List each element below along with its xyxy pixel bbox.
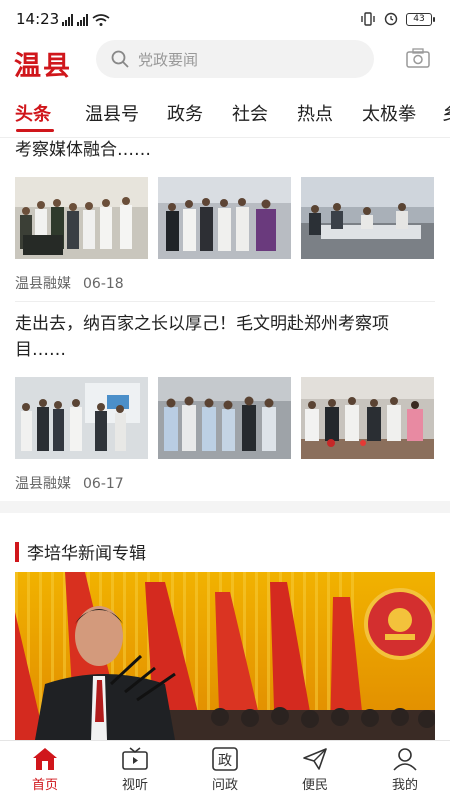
news-feed[interactable]: 考察媒体融合…… 温县融媒 06-18 走出去，纳百家之长以厚己！毛文明赴郑州考…	[0, 139, 450, 740]
news-photo	[158, 377, 291, 459]
news-photo	[301, 377, 434, 459]
news-source: 温县融媒	[15, 476, 71, 492]
tv-icon	[122, 747, 148, 770]
news-image-row	[15, 177, 434, 259]
wifi-icon	[92, 14, 110, 26]
tab-toutiao[interactable]: 头条	[15, 100, 51, 126]
signal-icon-2	[77, 14, 88, 26]
tab-shehui[interactable]: 社会	[232, 100, 268, 126]
zheng-icon: 政	[212, 747, 238, 771]
nav-wode-label: 我的	[391, 778, 418, 793]
nav-wenzheng[interactable]: 政 问政	[180, 741, 270, 800]
camera-icon[interactable]	[406, 48, 430, 68]
news-source: 温县融媒	[15, 276, 71, 292]
nav-wenzheng-label: 问政	[211, 778, 238, 793]
user-icon	[393, 748, 417, 771]
news-image-row	[15, 377, 434, 459]
special-section-header[interactable]: 李培华新闻专辑	[15, 539, 146, 564]
tab-xiang[interactable]: 乡	[442, 100, 450, 126]
app-header: 温县 党政要闻	[0, 40, 450, 92]
news-photo	[15, 377, 148, 459]
nav-home[interactable]: 首页	[0, 741, 90, 800]
send-icon	[303, 748, 327, 770]
tab-redian[interactable]: 热点	[297, 100, 333, 126]
news-title: 考察媒体融合……	[15, 140, 151, 160]
status-bar: 14:23 43	[0, 0, 450, 40]
active-tab-indicator	[16, 129, 54, 132]
nav-bianmin[interactable]: 便民	[270, 741, 360, 800]
divider	[15, 301, 435, 302]
signal-icon	[62, 14, 73, 26]
category-tabs: 头条 温县号 政务 社会 热点 太极拳 乡	[0, 92, 450, 138]
section-banner-image[interactable]	[15, 572, 435, 740]
nav-home-label: 首页	[31, 778, 58, 793]
news-item[interactable]: 走出去，纳百家之长以厚己！毛文明赴郑州考察项目……	[0, 311, 450, 363]
tab-wenxianhao[interactable]: 温县号	[85, 100, 139, 126]
svg-text:政: 政	[218, 753, 232, 769]
news-meta: 温县融媒 06-18	[15, 273, 124, 293]
news-date: 06-17	[83, 476, 124, 492]
status-right: 43	[360, 12, 435, 26]
vibrate-icon	[361, 12, 375, 26]
search-input[interactable]: 党政要闻	[96, 40, 374, 78]
nav-shiting-label: 视听	[121, 778, 148, 793]
nav-wode[interactable]: 我的	[360, 741, 450, 800]
app-logo: 温县	[14, 51, 72, 82]
signal-indicators	[62, 14, 110, 26]
news-photo	[15, 177, 148, 259]
news-photo	[158, 177, 291, 259]
news-meta: 温县融媒 06-17	[15, 473, 124, 493]
nav-shiting[interactable]: 视听	[90, 741, 180, 800]
news-date: 06-18	[83, 276, 124, 292]
search-icon	[111, 50, 129, 68]
section-title: 李培华新闻专辑	[27, 544, 146, 564]
tab-taijiquan[interactable]: 太极拳	[362, 100, 416, 126]
tab-zhengwu[interactable]: 政务	[167, 100, 203, 126]
battery-icon: 43	[406, 12, 435, 26]
news-title: 走出去，纳百家之长以厚己！毛文明赴郑州考察项目……	[15, 314, 389, 360]
section-gap	[0, 501, 450, 513]
home-icon	[33, 748, 57, 770]
bottom-navigation: 首页 视听 政 问政 便民 我的	[0, 740, 450, 800]
search-placeholder: 党政要闻	[138, 50, 199, 69]
news-photo	[301, 177, 434, 259]
section-marker	[15, 541, 19, 562]
status-time: 14:23	[16, 10, 60, 28]
alarm-icon	[384, 12, 398, 26]
nav-bianmin-label: 便民	[301, 778, 328, 793]
